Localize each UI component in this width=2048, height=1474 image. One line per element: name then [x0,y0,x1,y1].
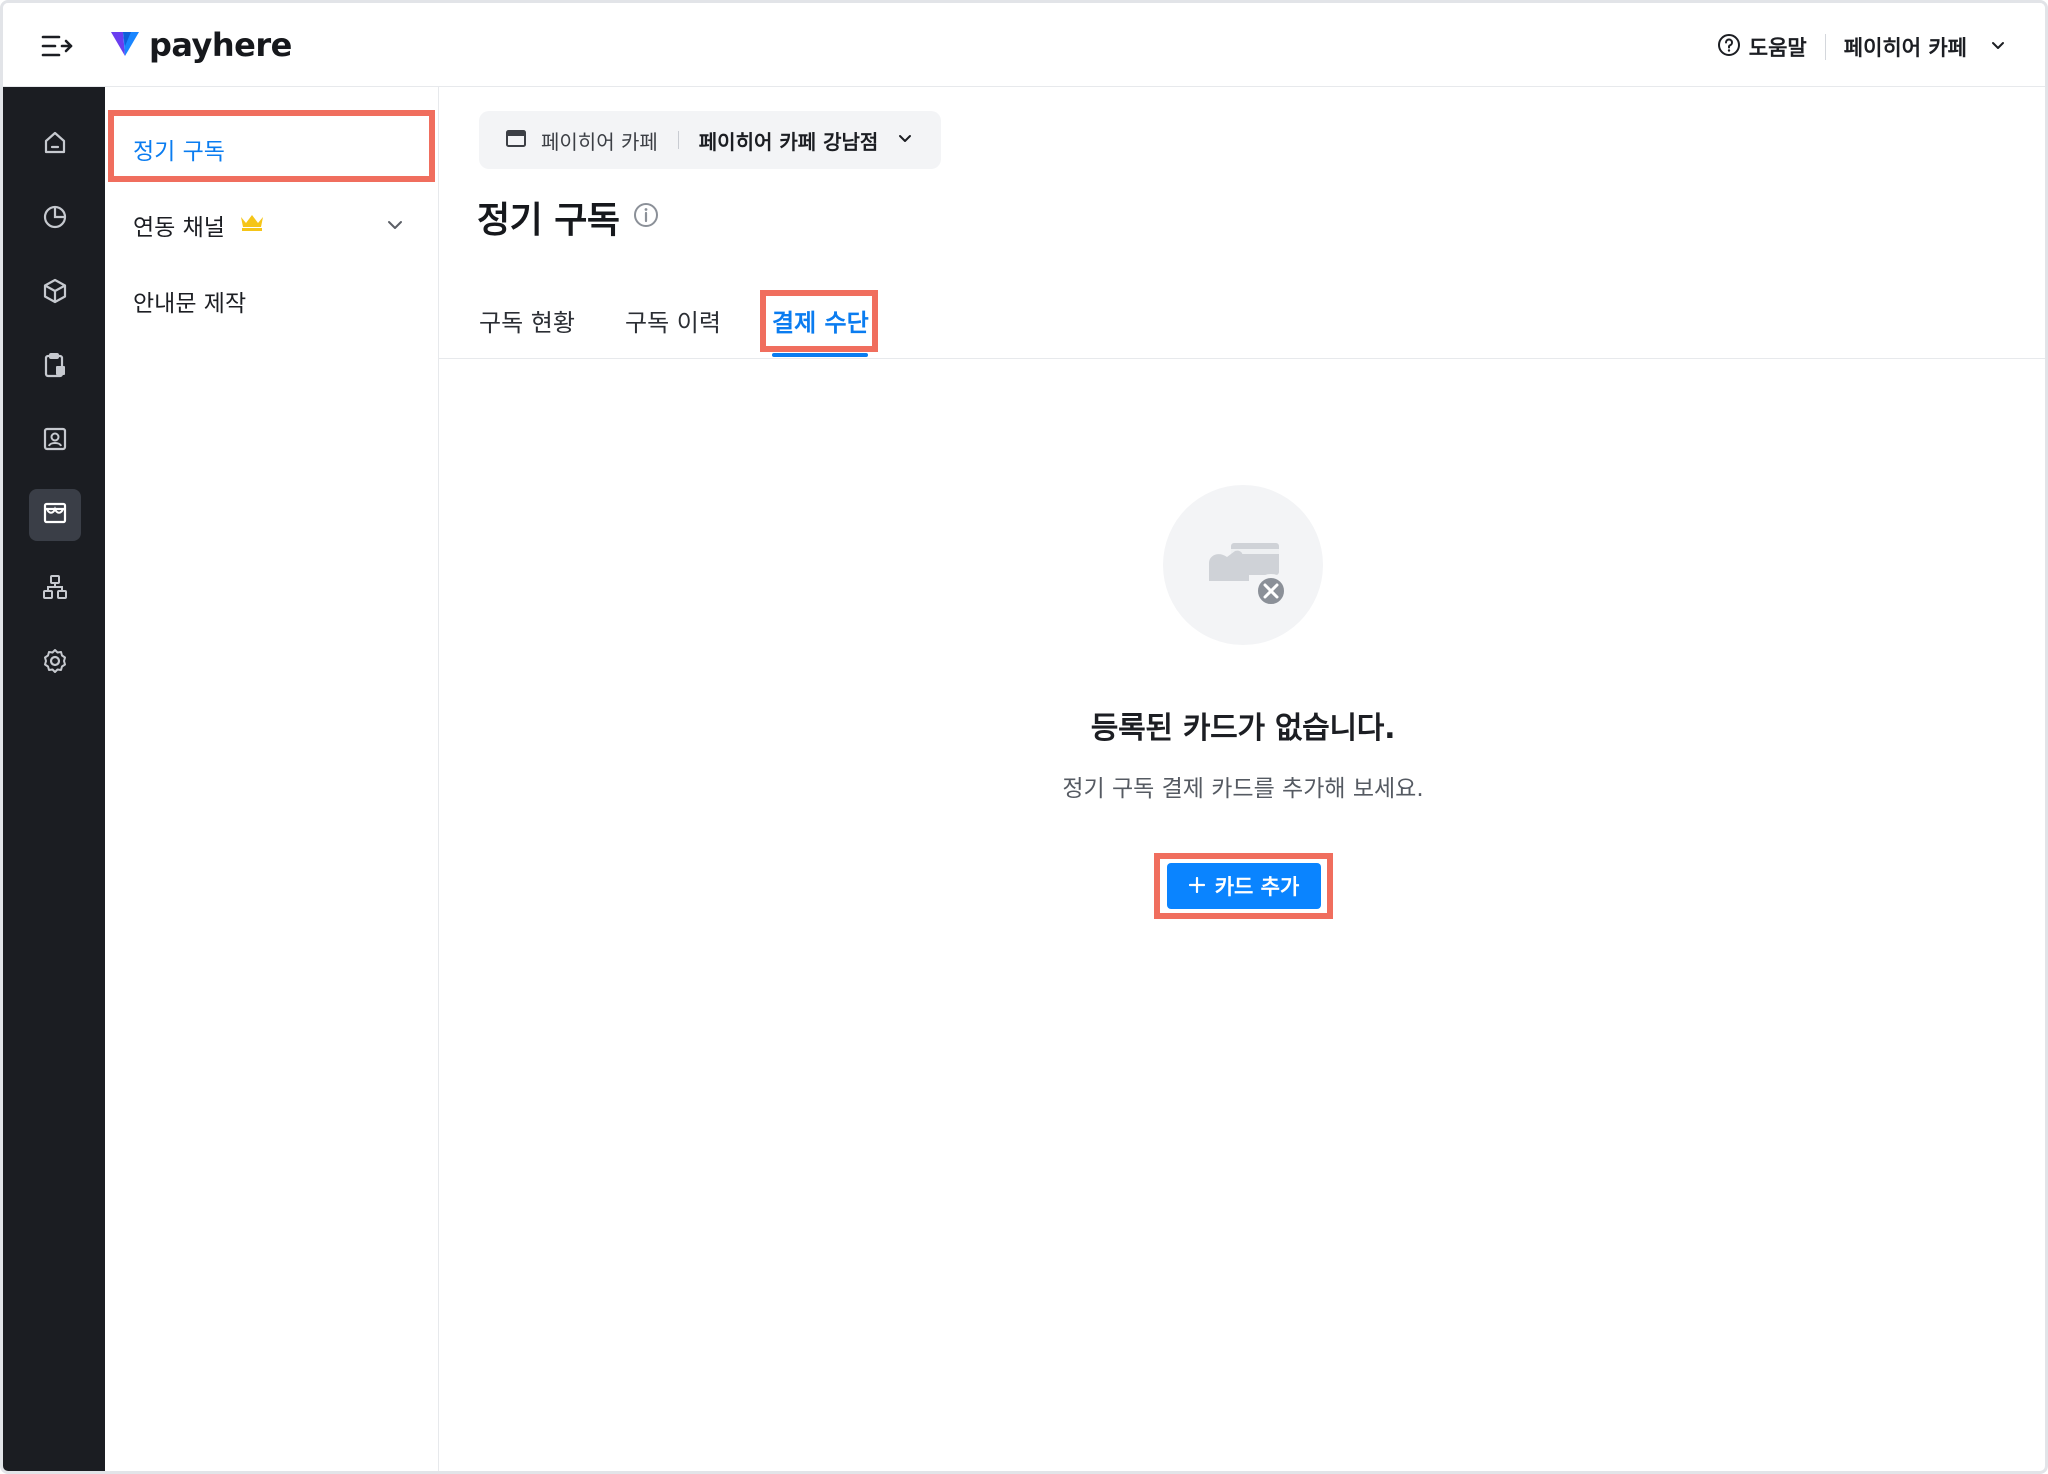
logo-text: payhere [149,26,292,64]
divider [677,131,679,149]
page-title: 정기 구독 [477,191,660,243]
help-circle-icon [1717,33,1741,62]
empty-state-title: 등록된 카드가 없습니다. [1090,711,1396,746]
store-selector[interactable]: 페이히어 카페 페이히어 카페 강남점 [479,111,941,169]
rail-home[interactable] [29,119,81,171]
chevron-down-icon [896,128,914,152]
subnav-item-label: 안내문 제작 [133,291,247,317]
subnav-item-notice-builder[interactable]: 안내문 제작 [105,265,435,337]
org-chart-icon [41,573,69,605]
subnav-item-label: 정기 구독 [133,139,225,165]
subnav-item-subscription[interactable]: 정기 구독 [105,113,435,185]
account-store-dropdown[interactable]: 페이히어 카페 [1844,32,2007,62]
chevron-down-icon[interactable] [385,215,405,241]
info-icon[interactable] [632,201,660,233]
clipboard-icon [41,351,69,383]
menu-collapse-icon[interactable] [39,29,75,63]
rail-inventory[interactable] [29,341,81,393]
add-card-button[interactable]: 카드 추가 [1167,863,1321,909]
top-bar: payhere 도움말 페이히어 카페 [3,3,2045,87]
help-label: 도움말 [1748,36,1807,60]
subnav-item-linked-channels[interactable]: 연동 채널 [105,189,435,261]
box-icon [41,277,69,309]
app-window: payhere 도움말 페이히어 카페 정기 구독 연동 채널 안내문 제작 페… [0,0,2048,1474]
sub-navigation: 정기 구독 연동 채널 안내문 제작 [105,87,439,1471]
tab-subscription-history[interactable]: 구독 이력 [625,303,721,338]
crown-icon [239,212,265,238]
rail-customers[interactable] [29,415,81,467]
rail-analytics[interactable] [29,193,81,245]
empty-state-description: 정기 구독 결제 카드를 추가해 보세요. [1062,776,1424,802]
plus-icon [1188,874,1205,898]
active-tab-indicator [772,353,868,357]
tab-bar: 구독 현황 구독 이력 결제 수단 [439,289,2045,359]
card-missing-icon [1163,485,1323,645]
tab-subscription-status[interactable]: 구독 현황 [479,303,575,338]
payhere-logo-mark-icon [109,28,141,62]
add-card-label: 카드 추가 [1214,875,1300,899]
contact-card-icon [41,425,69,457]
divider [1824,34,1826,60]
store-icon [505,128,527,153]
subnav-item-label: 연동 채널 [133,215,225,241]
help-link[interactable]: 도움말 [1717,32,1807,62]
page-title-text: 정기 구독 [477,200,620,241]
payhere-logo[interactable]: payhere [109,25,292,65]
tab-payment-method[interactable]: 결제 수단 [772,303,869,338]
chevron-down-icon [1989,35,2007,59]
chart-pie-icon [41,203,69,235]
store-branch: 페이히어 카페 강남점 [698,129,879,154]
account-store-name: 페이히어 카페 [1843,36,1967,60]
home-icon [41,129,69,161]
store-brand: 페이히어 카페 [541,129,658,154]
rail-organization[interactable] [29,563,81,615]
rail-products[interactable] [29,267,81,319]
icon-rail [3,87,105,1471]
settings-gear-icon [41,647,69,679]
store-icon [41,499,69,531]
rail-store[interactable] [29,489,81,541]
top-right-actions: 도움말 페이히어 카페 [1717,27,2007,67]
rail-settings[interactable] [29,637,81,689]
